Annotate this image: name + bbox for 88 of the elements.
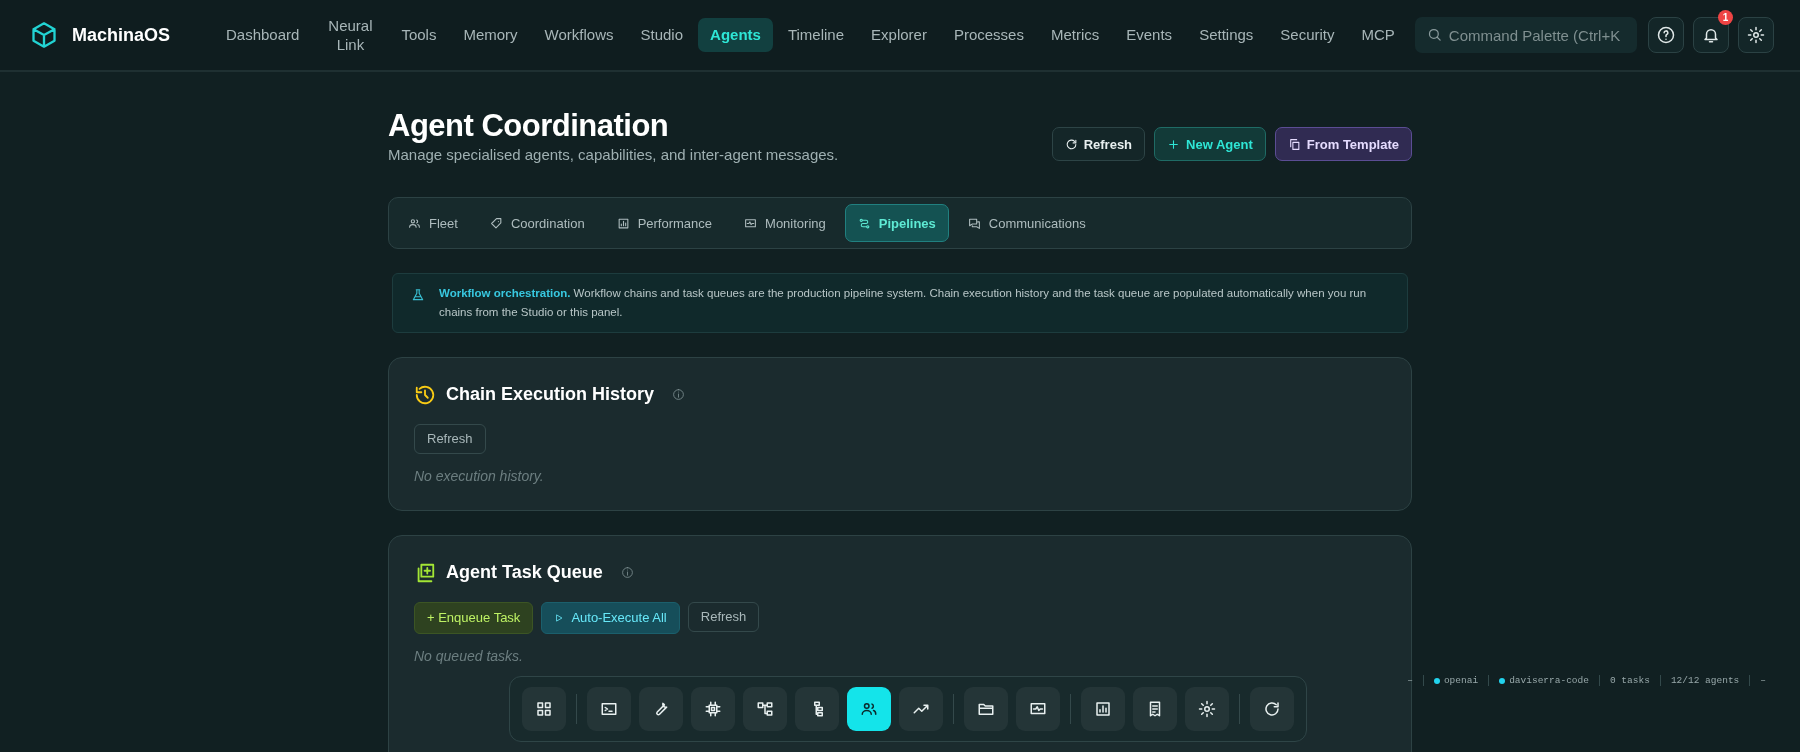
- status-text: –: [1407, 675, 1413, 686]
- settings-button[interactable]: [1738, 17, 1774, 53]
- nav-tab[interactable]: Dashboard: [214, 18, 312, 52]
- monitor-icon: [744, 216, 758, 230]
- empty-message: No queued tasks.: [414, 647, 524, 664]
- page-title: Agent Coordination: [388, 108, 670, 144]
- search-icon: [1426, 27, 1442, 42]
- status-text: openai: [1443, 675, 1479, 686]
- play-icon: [554, 612, 565, 623]
- enqueue-button[interactable]: + Enqueue Task: [414, 601, 534, 634]
- panel-title: Agent Task Queue: [446, 562, 603, 584]
- notification-count: 1: [1718, 10, 1733, 25]
- auto-execute-button[interactable]: Auto-Execute All: [541, 601, 680, 634]
- dock-button[interactable]: [743, 687, 787, 731]
- people-icon: [860, 700, 878, 718]
- dock-button[interactable]: [522, 687, 566, 731]
- chip-icon: [704, 700, 722, 718]
- bell-icon: [1702, 26, 1720, 44]
- dock-button[interactable]: [847, 687, 891, 731]
- refresh-icon: [1064, 137, 1078, 151]
- banner-text: Workflow orchestration. Workflow chains and task queues are the production pipeline system. Chain execution history and the task queue are populated automatically when you run chains from the Studio or this panel.: [439, 286, 1368, 320]
- dock-button[interactable]: [1081, 687, 1125, 731]
- nav-tab[interactable]: Neural Link: [314, 8, 387, 62]
- section-tab[interactable]: Pipelines: [844, 204, 949, 242]
- dock-button[interactable]: [795, 687, 839, 731]
- plus-icon: [1167, 137, 1181, 151]
- nav-tab[interactable]: Settings: [1187, 18, 1266, 52]
- people-icon: [408, 216, 421, 230]
- status-text: 12/12 agents: [1670, 675, 1740, 686]
- nav-tab[interactable]: Explorer: [859, 18, 939, 52]
- dock-button[interactable]: [1016, 687, 1060, 731]
- section-tab[interactable]: Fleet: [395, 204, 471, 242]
- refresh-button[interactable]: Refresh: [687, 601, 760, 632]
- dock-button[interactable]: [1185, 687, 1229, 731]
- chart-icon: [1094, 700, 1112, 718]
- dock-button[interactable]: [964, 687, 1008, 731]
- panel-title: Chain Execution History: [446, 384, 655, 406]
- grid-icon: [535, 700, 553, 718]
- refresh-button[interactable]: Refresh: [414, 423, 486, 454]
- cube-logo-icon: [30, 21, 58, 49]
- template-button[interactable]: From Template: [1274, 127, 1412, 161]
- terminal-icon: [600, 700, 618, 718]
- command-palette-field[interactable]: Command Palette (Ctrl+K: [1414, 17, 1637, 53]
- nav-tab[interactable]: Tools: [389, 18, 449, 52]
- status-dot: [1499, 677, 1506, 684]
- status-text: 0 tasks: [1609, 675, 1650, 686]
- chat-icon: [967, 216, 981, 230]
- section-tab[interactable]: Performance: [603, 204, 726, 242]
- dock-button[interactable]: [587, 687, 631, 731]
- help-button[interactable]: [1648, 17, 1684, 53]
- nav-tab[interactable]: Processes: [941, 18, 1036, 52]
- status-text: –: [1760, 675, 1766, 686]
- refresh-button[interactable]: Refresh: [1051, 127, 1146, 161]
- app-name: MachinaOS: [72, 24, 171, 46]
- history-icon: [414, 383, 436, 406]
- new-agent-button[interactable]: New Agent: [1154, 127, 1266, 161]
- settings-icon: [1747, 26, 1765, 44]
- section-tab[interactable]: Coordination: [476, 204, 598, 242]
- nav-tab[interactable]: Security: [1268, 18, 1347, 52]
- route-icon: [857, 216, 871, 230]
- dock-button[interactable]: [1250, 687, 1294, 731]
- nav-tab[interactable]: MCP: [1349, 18, 1407, 52]
- section-tab[interactable]: Communications: [954, 204, 1099, 242]
- tag-icon: [489, 216, 503, 230]
- nav-tab[interactable]: Timeline: [775, 18, 857, 52]
- empty-message: No execution history.: [414, 467, 545, 484]
- dock-button[interactable]: [1133, 687, 1177, 731]
- copy-icon: [1287, 137, 1301, 151]
- refresh-icon: [1263, 700, 1281, 718]
- dock-button[interactable]: [639, 687, 683, 731]
- section-tab[interactable]: Monitoring: [731, 204, 839, 242]
- flask-icon: [411, 288, 425, 302]
- hierarchy-icon: [756, 700, 774, 718]
- info-icon: [672, 388, 686, 402]
- nav-tab[interactable]: Agents: [698, 18, 773, 52]
- settings-icon: [1198, 700, 1216, 718]
- info-icon: [620, 566, 634, 580]
- help-icon: [1657, 26, 1675, 44]
- nav-tab[interactable]: Events: [1114, 18, 1185, 52]
- nav-tab[interactable]: Memory: [451, 18, 530, 52]
- chart-icon: [616, 216, 630, 230]
- dock-button[interactable]: [691, 687, 735, 731]
- status-dot: [1433, 677, 1440, 684]
- nav-tab[interactable]: Studio: [628, 18, 696, 52]
- nav-tab[interactable]: Workflows: [532, 18, 626, 52]
- page-subtitle: Manage specialised agents, capabilities, and inter-agent messages.: [388, 146, 839, 163]
- nav-tab[interactable]: Metrics: [1038, 18, 1112, 52]
- status-text: daviserra-code: [1509, 675, 1589, 686]
